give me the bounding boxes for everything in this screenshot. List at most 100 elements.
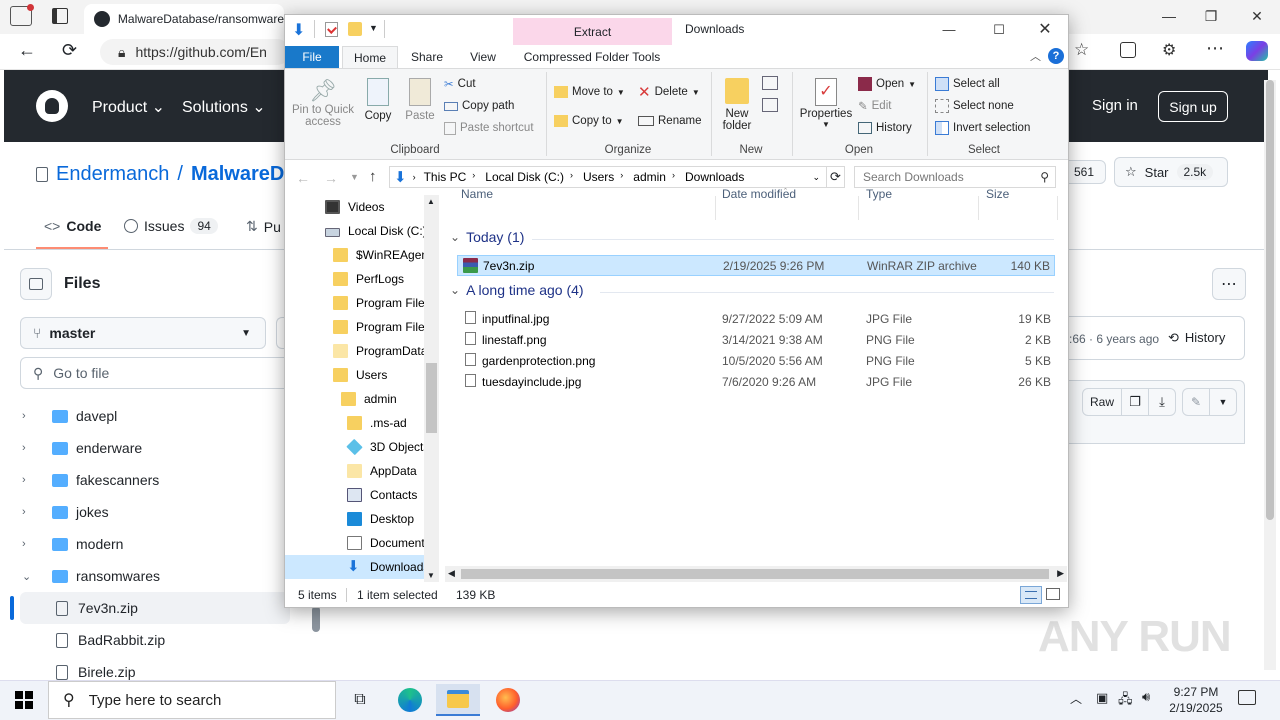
column-date[interactable]: Date modified	[722, 187, 796, 201]
pin-quick-access-button[interactable]: 📌︎ Pin to Quick access	[290, 78, 356, 128]
go-to-file-input[interactable]: ⚲ Go to file	[20, 357, 290, 389]
path-dropdown-icon[interactable]: ⌄	[812, 172, 820, 183]
task-view-icon[interactable]: ⧉	[338, 684, 382, 716]
edit-button-ribbon[interactable]: ✎ Edit	[858, 96, 891, 116]
sign-in-link[interactable]: Sign in	[1092, 97, 1138, 114]
history-button[interactable]: ⟲ History	[1168, 330, 1225, 346]
tree-file[interactable]: 7ev3n.zip	[20, 592, 290, 624]
nav-product[interactable]: Product ⌄	[92, 97, 165, 117]
copy-raw-button[interactable]: ❐	[1121, 388, 1149, 416]
breadcrumb-item[interactable]: This PC	[424, 170, 467, 184]
copy-button[interactable]: Copy	[360, 78, 396, 122]
repo-owner-link[interactable]: Endermanch	[56, 163, 169, 186]
copy-path-button[interactable]: Copy path	[444, 96, 514, 116]
clock[interactable]: 9:27 PM 2/19/2025	[1168, 684, 1224, 716]
raw-button[interactable]: Raw	[1082, 388, 1122, 416]
favorite-star-icon[interactable]: ☆	[1074, 40, 1089, 60]
tree-folder[interactable]: › modern	[20, 528, 290, 560]
tab-issues[interactable]: Issues 94	[124, 218, 218, 234]
chevron-down-icon[interactable]: ⌄	[22, 570, 36, 583]
nav-item[interactable]: Program Files	[285, 315, 425, 339]
breadcrumb-separator[interactable]: ›	[620, 170, 623, 184]
chevron-right-icon[interactable]: ›	[22, 538, 36, 550]
nav-scrollbar[interactable]: ▲ ▼	[424, 195, 439, 582]
details-view-button[interactable]	[1020, 586, 1042, 604]
star-button[interactable]: ☆ Star 2.5k	[1114, 157, 1228, 187]
browser-tab[interactable]: MalwareDatabase/ransomware	[84, 4, 284, 34]
tree-folder[interactable]: › enderware	[20, 432, 290, 464]
collections-icon[interactable]	[1120, 42, 1136, 58]
qat-properties-icon[interactable]	[325, 22, 338, 37]
tree-folder[interactable]: › davepl	[20, 400, 290, 432]
properties-button[interactable]: ✓ Properties ▼	[798, 78, 854, 129]
cut-button[interactable]: ✂ Cut	[444, 74, 476, 94]
edit-button[interactable]: ✎	[1182, 388, 1210, 416]
scroll-up-icon[interactable]: ▲	[427, 197, 435, 206]
nav-item[interactable]: Documents	[285, 531, 425, 555]
sidebar-scrollbar[interactable]	[312, 606, 320, 632]
browser-close-button[interactable]: ✕	[1234, 0, 1280, 32]
repo-name-link[interactable]: MalwareDa	[191, 163, 296, 186]
extract-context-tab[interactable]: Extract	[513, 18, 672, 45]
nav-back-icon[interactable]: ←	[296, 170, 310, 186]
nav-item[interactable]: AppData	[285, 459, 425, 483]
tray-device-icon[interactable]: ▣	[1096, 690, 1108, 706]
back-icon[interactable]: ←	[18, 40, 36, 61]
history-button-ribbon[interactable]: History	[858, 118, 912, 138]
chevron-right-icon[interactable]: ›	[22, 506, 36, 518]
collapse-sidebar-button[interactable]	[20, 268, 52, 300]
open-button[interactable]: Open ▼	[858, 74, 916, 94]
select-none-button[interactable]: Select none	[935, 96, 1014, 116]
ribbon-collapse-icon[interactable]: ︿	[1030, 48, 1041, 64]
paste-button[interactable]: Paste	[403, 78, 437, 122]
nav-item[interactable]: Videos	[285, 195, 425, 219]
browser-minimize-button[interactable]: —	[1146, 0, 1192, 32]
address-path-bar[interactable]: ⬇ › This PC › Local Disk (C:) › Users › admin ›…	[389, 166, 827, 188]
explorer-minimize-button[interactable]: —	[926, 14, 972, 46]
chevron-right-icon[interactable]: ›	[22, 410, 36, 422]
chevron-right-icon[interactable]: ›	[22, 474, 36, 486]
easy-access-icon[interactable]	[762, 98, 778, 112]
explorer-taskbar-icon[interactable]	[436, 684, 480, 716]
github-logo-icon[interactable]	[36, 90, 68, 122]
rename-button[interactable]: Rename	[638, 111, 701, 131]
tab-actions-icon[interactable]	[52, 8, 68, 24]
column-type[interactable]: Type	[866, 187, 892, 201]
new-folder-button[interactable]: New folder	[716, 78, 758, 132]
sign-up-button[interactable]: Sign up	[1158, 91, 1228, 122]
breadcrumb-item[interactable]: Users	[583, 170, 614, 184]
h-scroll-thumb[interactable]	[461, 569, 1049, 579]
firefox-taskbar-icon[interactable]	[486, 684, 530, 716]
explorer-maximize-button[interactable]: ☐	[976, 14, 1022, 46]
tree-folder[interactable]: › jokes	[20, 496, 290, 528]
breadcrumb-item[interactable]: Downloads	[685, 170, 744, 184]
scroll-right-icon[interactable]: ▶	[1057, 568, 1064, 579]
nav-item[interactable]: Desktop	[285, 507, 425, 531]
search-downloads-input[interactable]: Search Downloads ⚲	[854, 166, 1056, 188]
nav-item[interactable]: .ms-ad	[285, 411, 425, 435]
nav-item[interactable]: Local Disk (C:)	[285, 219, 425, 243]
refresh-button[interactable]: ⟳	[827, 166, 845, 188]
branch-selector[interactable]: ⑂ master ▼	[20, 317, 266, 349]
new-item-icon[interactable]	[762, 76, 778, 90]
tray-overflow-icon[interactable]: ︿	[1070, 690, 1082, 707]
explorer-close-button[interactable]: ✕	[1022, 14, 1068, 46]
move-to-button[interactable]: Move to ▼	[554, 82, 625, 102]
page-scrollbar[interactable]	[1264, 80, 1276, 670]
more-menu-icon[interactable]: ⋯	[1206, 38, 1224, 59]
nav-item[interactable]: Contacts	[285, 483, 425, 507]
file-row[interactable]: 7ev3n.zip 2/19/2025 9:26 PM WinRAR ZIP arc…	[457, 255, 1055, 276]
delete-button[interactable]: ✕ Delete ▼	[638, 82, 700, 102]
nav-solutions[interactable]: Solutions ⌄	[182, 97, 266, 117]
breadcrumb-item[interactable]: Local Disk (C:)	[485, 170, 564, 184]
copilot-icon[interactable]	[1246, 41, 1268, 61]
file-row[interactable]: linestaff.png 3/14/2021 9:38 AM PNG File 2 …	[457, 329, 1055, 350]
paste-shortcut-button[interactable]: Paste shortcut	[444, 118, 534, 138]
ribbon-tab-view[interactable]: View	[458, 46, 508, 68]
qat-customize-icon[interactable]: ▼	[369, 23, 378, 33]
nav-item[interactable]: ⬇ Downloads	[285, 555, 425, 579]
nav-item[interactable]: Program Files	[285, 291, 425, 315]
select-all-button[interactable]: Select all	[935, 74, 1000, 94]
nav-up-icon[interactable]: ↑	[369, 168, 377, 185]
page-scrollbar-thumb[interactable]	[1266, 80, 1274, 520]
